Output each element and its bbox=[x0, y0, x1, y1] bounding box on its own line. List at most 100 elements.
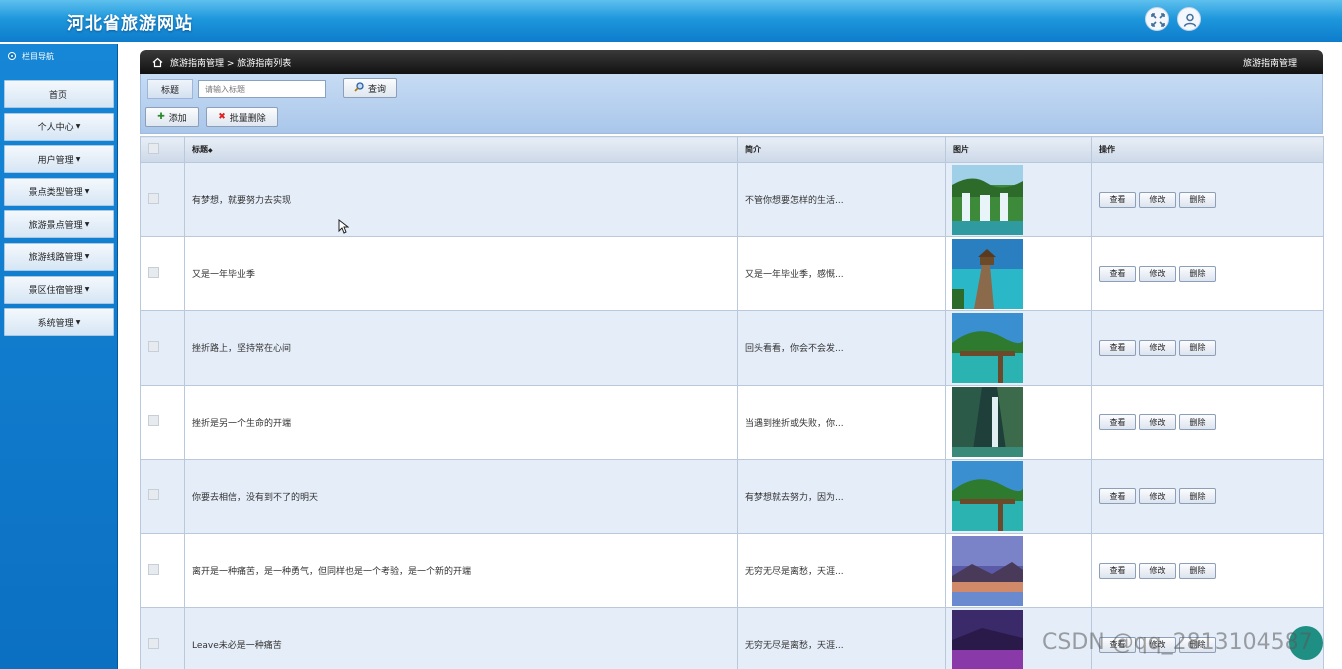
batch-delete-button-label: 批量删除 bbox=[229, 113, 266, 124]
search-icon bbox=[354, 81, 364, 95]
fullscreen-icon[interactable] bbox=[1145, 7, 1169, 31]
sidebar-item-label: 旅游景点管理 bbox=[28, 220, 83, 231]
sidebar: 栏目导航 首页 个人中心 ▼ 用户管理 ▼ 景点类型管理 ▼ 旅游景点管理 ▼ 旅游线路… bbox=[0, 44, 118, 669]
sidebar-item-scenic-spot-management[interactable]: 旅游景点管理 ▼ bbox=[4, 210, 114, 239]
row-checkbox[interactable] bbox=[148, 415, 159, 427]
add-button[interactable]: ✚ 添加 bbox=[145, 107, 199, 127]
table-row: 挫折路上，坚持常在心间 回头看看，你会不会发... 查看 修改 删除 bbox=[140, 310, 1324, 386]
row-checkbox[interactable] bbox=[148, 637, 159, 649]
row-checkbox[interactable] bbox=[148, 192, 159, 204]
select-all-checkbox[interactable] bbox=[148, 143, 159, 154]
home-icon[interactable] bbox=[152, 57, 163, 68]
table-header-row: 标题◆ 简介 图片 操作 bbox=[140, 136, 1324, 163]
delete-button[interactable]: 删除 bbox=[1179, 562, 1216, 579]
delete-button[interactable]: 删除 bbox=[1179, 339, 1216, 356]
row-select bbox=[140, 532, 185, 609]
view-button[interactable]: 查看 bbox=[1099, 191, 1136, 208]
sort-icon[interactable]: ◆ bbox=[208, 147, 213, 154]
delete-button[interactable]: 删除 bbox=[1179, 414, 1216, 431]
edit-button[interactable]: 修改 bbox=[1139, 488, 1176, 505]
row-image bbox=[945, 236, 1092, 312]
row-checkbox[interactable] bbox=[148, 489, 159, 501]
row-title: 挫折路上，坚持常在心间 bbox=[184, 310, 738, 386]
waterfall-thumbnail[interactable] bbox=[952, 164, 1023, 235]
view-button[interactable]: 查看 bbox=[1099, 339, 1136, 356]
island-pier-thumbnail[interactable] bbox=[952, 312, 1023, 383]
add-button-label: 添加 bbox=[168, 113, 187, 124]
row-checkbox[interactable] bbox=[148, 340, 159, 352]
top-banner: 河北省旅游网站 bbox=[0, 0, 1342, 42]
edit-button[interactable]: 修改 bbox=[1139, 339, 1176, 356]
row-ops: 查看 修改 删除 bbox=[1091, 310, 1324, 386]
row-intro: 有梦想就去努力，因为... bbox=[737, 458, 946, 534]
sidebar-item-label: 旅游线路管理 bbox=[28, 253, 83, 264]
title-header-label: 标题 bbox=[192, 145, 208, 154]
user-icon[interactable] bbox=[1177, 7, 1201, 31]
title-header[interactable]: 标题◆ bbox=[184, 136, 738, 163]
search-label: 标题 bbox=[147, 79, 193, 99]
row-image bbox=[945, 532, 1092, 609]
edit-button[interactable]: 修改 bbox=[1139, 562, 1176, 579]
breadcrumb-path: 旅游指南管理 > 旅游指南列表 bbox=[170, 58, 292, 69]
sidebar-item-home[interactable]: 首页 bbox=[4, 80, 114, 108]
view-button[interactable]: 查看 bbox=[1099, 414, 1136, 431]
row-title: 你要去相信，没有到不了的明天 bbox=[184, 458, 738, 534]
row-checkbox[interactable] bbox=[148, 266, 159, 278]
row-select bbox=[140, 236, 185, 312]
row-image bbox=[945, 458, 1092, 534]
sidebar-item-system-management[interactable]: 系统管理 ▼ bbox=[4, 308, 114, 337]
caret-down-icon: ▼ bbox=[84, 253, 90, 261]
batch-delete-button[interactable]: ✖ 批量删除 bbox=[206, 107, 278, 127]
row-intro: 不管你想要怎样的生活... bbox=[737, 161, 946, 238]
ops-header: 操作 bbox=[1091, 136, 1324, 163]
lake-sunset-thumbnail[interactable] bbox=[952, 535, 1023, 606]
view-button[interactable]: 查看 bbox=[1099, 265, 1136, 282]
delete-button[interactable]: 删除 bbox=[1179, 265, 1216, 282]
gorge-thumbnail[interactable] bbox=[952, 387, 1023, 458]
sidebar-item-label: 系统管理 bbox=[37, 318, 74, 329]
view-button[interactable]: 查看 bbox=[1099, 562, 1136, 579]
sidebar-item-personal-center[interactable]: 个人中心 ▼ bbox=[4, 112, 114, 141]
search-input[interactable] bbox=[198, 80, 326, 98]
sidebar-item-user-management[interactable]: 用户管理 ▼ bbox=[4, 145, 114, 174]
purple-field-thumbnail[interactable] bbox=[952, 609, 1023, 669]
row-select bbox=[140, 310, 185, 386]
guide-table: 标题◆ 简介 图片 操作 有梦想，就要努力去实现 不管你想要怎样的生活... 查… bbox=[140, 136, 1324, 669]
search-button-label: 查询 bbox=[367, 84, 386, 95]
row-title: Leave未必是一种痛苦 bbox=[184, 607, 738, 669]
sidebar-head: 栏目导航 bbox=[0, 44, 117, 68]
sidebar-item-label: 个人中心 bbox=[37, 123, 74, 134]
site-title: 河北省旅游网站 bbox=[67, 14, 193, 34]
sidebar-item-route-management[interactable]: 旅游线路管理 ▼ bbox=[4, 242, 114, 271]
app-window: 河北省旅游网站 栏目导航 首页 个人中心 ▼ 用户管理 ▼ 景点类型管理 ▼ 旅游景点… bbox=[0, 0, 1342, 669]
cross-icon: ✖ bbox=[218, 112, 226, 122]
pier-thumbnail[interactable] bbox=[952, 238, 1023, 309]
edit-button[interactable]: 修改 bbox=[1139, 414, 1176, 431]
row-checkbox[interactable] bbox=[148, 563, 159, 575]
sidebar-item-label: 首页 bbox=[48, 90, 67, 101]
row-ops: 查看 修改 删除 bbox=[1091, 458, 1324, 534]
sidebar-item-label: 景点类型管理 bbox=[28, 188, 83, 199]
row-select bbox=[140, 607, 185, 669]
row-select bbox=[140, 161, 185, 238]
breadcrumb: 旅游指南管理 > 旅游指南列表 旅游指南管理 bbox=[140, 50, 1323, 74]
island-pier-thumbnail[interactable] bbox=[952, 461, 1023, 532]
select-all-header bbox=[140, 136, 185, 163]
delete-button[interactable]: 删除 bbox=[1179, 488, 1216, 505]
row-intro: 无穷无尽是离愁，天涯... bbox=[737, 532, 946, 609]
sidebar-item-lodging-management[interactable]: 景区住宿管理 ▼ bbox=[4, 275, 114, 304]
view-button[interactable]: 查看 bbox=[1099, 488, 1136, 505]
row-image bbox=[945, 161, 1092, 238]
row-ops: 查看 修改 删除 bbox=[1091, 236, 1324, 312]
sidebar-item-scenic-type-management[interactable]: 景点类型管理 ▼ bbox=[4, 177, 114, 206]
sidebar-item-label: 景区住宿管理 bbox=[28, 286, 83, 297]
edit-button[interactable]: 修改 bbox=[1139, 191, 1176, 208]
edit-button[interactable]: 修改 bbox=[1139, 265, 1176, 282]
image-header: 图片 bbox=[945, 136, 1092, 163]
table-row: 你要去相信，没有到不了的明天 有梦想就去努力，因为... 查看 修改 删除 bbox=[140, 458, 1324, 534]
main-content: 旅游指南管理 > 旅游指南列表 旅游指南管理 标题 查询 ✚ 添加 ✖ 批量删除 bbox=[140, 50, 1324, 669]
table-row: 离开是一种痛苦，是一种勇气，但同样也是一个考验，是一个新的开端 无穷无尽是离愁，… bbox=[140, 532, 1324, 609]
search-button[interactable]: 查询 bbox=[343, 78, 397, 98]
toolbar: 标题 查询 ✚ 添加 ✖ 批量删除 bbox=[140, 74, 1323, 134]
delete-button[interactable]: 删除 bbox=[1179, 191, 1216, 208]
